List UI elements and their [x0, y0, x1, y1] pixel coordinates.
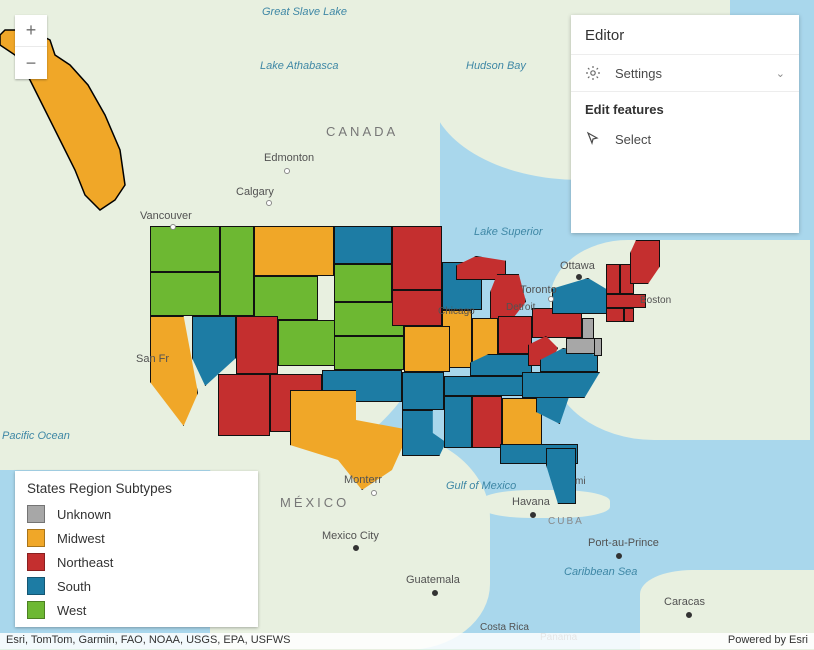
- state-az[interactable]: [218, 374, 270, 436]
- label-port-au-prince: Port-au-Prince: [588, 537, 659, 549]
- state-oh[interactable]: [498, 316, 532, 354]
- legend-panel: States Region Subtypes Unknown Midwest N…: [15, 471, 258, 627]
- state-ct[interactable]: [606, 308, 624, 322]
- legend-item-west: West: [27, 598, 246, 622]
- state-sd[interactable]: [334, 264, 392, 302]
- legend-title: States Region Subtypes: [27, 481, 246, 496]
- attribution-powered[interactable]: Powered by Esri: [728, 634, 808, 648]
- editor-panel: Editor Settings ⌄ Edit features Select: [571, 15, 799, 233]
- gear-icon: [585, 65, 601, 81]
- label-gulf: Gulf of Mexico: [446, 480, 506, 492]
- state-wy[interactable]: [254, 276, 318, 320]
- legend-item-south: South: [27, 574, 246, 598]
- label-cuba: CUBA: [548, 516, 584, 527]
- state-ks[interactable]: [334, 336, 404, 370]
- label-miami: mi: [575, 476, 586, 487]
- swatch-west: [27, 601, 45, 619]
- state-tn[interactable]: [444, 376, 532, 396]
- state-la[interactable]: [402, 410, 446, 456]
- state-ia[interactable]: [392, 290, 442, 326]
- label-pacific: Pacific Ocean: [2, 430, 52, 442]
- label-mexico: MÉXICO: [280, 495, 349, 510]
- label-calgary: Calgary: [236, 186, 274, 198]
- state-ar[interactable]: [402, 372, 444, 410]
- editor-title: Editor: [571, 15, 799, 54]
- label-monterr: Monterr: [344, 474, 382, 486]
- state-mn[interactable]: [392, 226, 442, 290]
- label-great-slave: Great Slave Lake: [262, 6, 312, 18]
- state-vt[interactable]: [606, 264, 620, 294]
- state-wa[interactable]: [150, 226, 220, 272]
- label-superior: Lake Superior: [474, 226, 524, 238]
- chevron-down-icon: ⌄: [776, 67, 785, 80]
- label-boston: Boston: [640, 295, 671, 306]
- attribution-bar: Esri, TomTom, Garmin, FAO, NOAA, USGS, E…: [0, 633, 814, 649]
- editor-select-label: Select: [615, 132, 651, 147]
- label-havana: Havana: [512, 496, 550, 508]
- label-guatemala: Guatemala: [406, 574, 460, 586]
- label-vancouver: Vancouver: [140, 210, 192, 222]
- label-toronto: Toronto: [520, 284, 557, 296]
- state-or[interactable]: [150, 272, 220, 316]
- swatch-northeast: [27, 553, 45, 571]
- label-edmonton: Edmonton: [264, 152, 314, 164]
- editor-section-title: Edit features: [571, 91, 799, 123]
- state-ut[interactable]: [236, 316, 278, 374]
- cursor-icon: [585, 131, 601, 147]
- zoom-control: + −: [15, 15, 47, 79]
- state-co[interactable]: [278, 320, 338, 366]
- editor-settings-label: Settings: [615, 66, 662, 81]
- state-de[interactable]: [594, 338, 602, 356]
- state-mo[interactable]: [404, 326, 450, 372]
- attribution-sources: Esri, TomTom, Garmin, FAO, NOAA, USGS, E…: [6, 634, 290, 648]
- state-id[interactable]: [220, 226, 254, 316]
- swatch-unknown: [27, 505, 45, 523]
- label-caribbean: Caribbean Sea: [564, 566, 634, 578]
- label-chicago: Chicago: [438, 306, 475, 317]
- swatch-south: [27, 577, 45, 595]
- label-mexico-city: Mexico City: [322, 530, 379, 542]
- legend-item-unknown: Unknown: [27, 502, 246, 526]
- state-nd[interactable]: [334, 226, 392, 264]
- zoom-in-button[interactable]: +: [15, 15, 47, 47]
- state-ri[interactable]: [624, 308, 634, 322]
- state-al[interactable]: [472, 396, 502, 448]
- legend-item-midwest: Midwest: [27, 526, 246, 550]
- label-athabasca: Lake Athabasca: [260, 60, 320, 72]
- zoom-out-button[interactable]: −: [15, 47, 47, 79]
- editor-select-action[interactable]: Select: [571, 123, 799, 155]
- state-mt[interactable]: [254, 226, 334, 276]
- label-detroit: Detroit: [506, 302, 535, 313]
- state-ms[interactable]: [444, 396, 472, 448]
- label-sanfr: San Fr: [136, 353, 169, 365]
- state-md[interactable]: [566, 338, 596, 354]
- label-ottawa: Ottawa: [560, 260, 595, 272]
- label-canada: CANADA: [326, 124, 398, 139]
- label-caracas: Caracas: [664, 596, 705, 608]
- swatch-midwest: [27, 529, 45, 547]
- label-costarica: Costa Rica: [480, 622, 529, 633]
- editor-settings-row[interactable]: Settings ⌄: [571, 54, 799, 91]
- state-mi[interactable]: [490, 274, 526, 320]
- label-hudson: Hudson Bay: [466, 60, 526, 72]
- legend-item-northeast: Northeast: [27, 550, 246, 574]
